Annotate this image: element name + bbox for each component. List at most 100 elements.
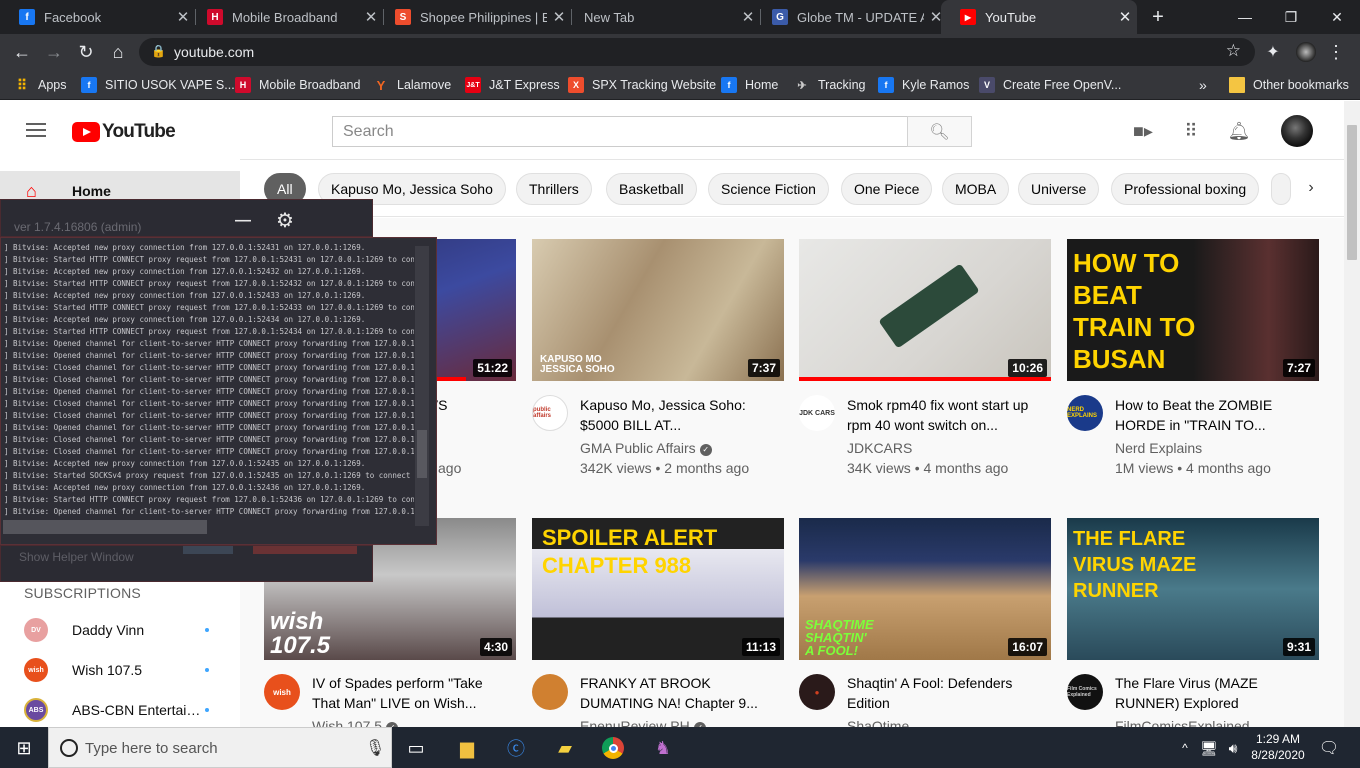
- chip-next-arrow-icon[interactable]: ›: [1300, 172, 1322, 204]
- chip-universe[interactable]: Universe: [1018, 173, 1100, 205]
- channel-avatar[interactable]: ●: [799, 674, 835, 710]
- tab-shopee[interactable]: S Shopee Philippines | Bu ✕: [376, 0, 571, 34]
- bitvise-taskbar-icon[interactable]: ♞: [650, 735, 676, 761]
- video-thumbnail[interactable]: THE FLARE VIRUS MAZE RUNNER 9:31: [1067, 518, 1319, 660]
- close-tab-icon[interactable]: ✕: [1113, 8, 1137, 26]
- page-scrollbar-thumb[interactable]: [1347, 125, 1357, 260]
- chip-professional-boxing[interactable]: Professional boxing: [1111, 173, 1260, 205]
- bookmarks-overflow-icon[interactable]: »: [1199, 76, 1207, 94]
- channel-name[interactable]: JDKCARS: [847, 440, 912, 456]
- subscription-daddy-vinn[interactable]: DV Daddy Vinn: [0, 610, 240, 650]
- profile-avatar[interactable]: [1292, 38, 1320, 66]
- video-thumbnail[interactable]: SPOILER ALERT CHAPTER 988 11:13: [532, 518, 784, 660]
- volume-icon[interactable]: 🔊︎: [1220, 735, 1246, 761]
- notifications-bell-icon[interactable]: 🔔︎: [1227, 120, 1251, 142]
- bookmark-spx-tracking[interactable]: X SPX Tracking Website: [568, 76, 716, 94]
- video-title[interactable]: IV of Spades perform "Take That Man" LIV…: [312, 673, 512, 713]
- tab-facebook[interactable]: f Facebook ✕: [0, 0, 195, 34]
- video-title[interactable]: How to Beat the ZOMBIE HORDE in "TRAIN T…: [1115, 395, 1315, 435]
- forward-icon[interactable]: →: [40, 38, 68, 66]
- minimize-icon[interactable]: —: [235, 212, 253, 230]
- bitvise-log-panel[interactable]: ] Bitvise: Accepted new proxy connection…: [0, 237, 437, 545]
- channel-avatar[interactable]: [532, 674, 568, 710]
- tab-globe[interactable]: G Globe TM - UPDATE AC ✕: [753, 0, 948, 34]
- search-input[interactable]: Search: [332, 116, 908, 147]
- youtube-logo[interactable]: YouTube: [72, 121, 176, 143]
- channel-avatar[interactable]: public affairs: [532, 395, 568, 431]
- bookmark-sitio-usok[interactable]: f SITIO USOK VAPE S...: [81, 76, 235, 94]
- bookmark-jt-express[interactable]: J&T J&T Express: [465, 76, 560, 94]
- home-icon[interactable]: ⌂: [104, 38, 132, 66]
- url-text[interactable]: youtube.com: [174, 44, 254, 60]
- video-thumbnail[interactable]: SHAQTIME SHAQTIN' A FOOL! 16:07: [799, 518, 1051, 660]
- channel-name[interactable]: Nerd Explains: [1115, 440, 1202, 456]
- bitvise-button[interactable]: [253, 546, 357, 554]
- close-window-icon[interactable]: ✕: [1314, 0, 1360, 34]
- video-title[interactable]: FRANKY AT BROOK DUMATING NA! Chapter 9..…: [580, 673, 780, 713]
- bookmark-home[interactable]: f Home: [721, 76, 778, 94]
- network-icon[interactable]: 🖥︎: [1196, 735, 1222, 761]
- channel-name[interactable]: FilmComicsExplained: [1115, 718, 1250, 727]
- chip-one-piece[interactable]: One Piece: [841, 173, 933, 205]
- file-explorer-icon[interactable]: ▆: [454, 735, 480, 761]
- hamburger-menu-icon[interactable]: [26, 123, 46, 137]
- search-button[interactable]: 🔍︎: [907, 116, 972, 147]
- chrome-taskbar-icon[interactable]: [600, 735, 626, 761]
- taskbar-search[interactable]: Type here to search 🎙︎: [48, 727, 392, 768]
- subscription-abs-cbn[interactable]: ABS ABS-CBN Entertain...: [0, 690, 240, 730]
- channel-avatar[interactable]: JDK CARS: [799, 395, 835, 431]
- chip-science-fiction[interactable]: Science Fiction: [708, 173, 829, 205]
- gear-icon[interactable]: ⚙: [276, 208, 294, 233]
- tab-new-tab[interactable]: New Tab ✕: [565, 0, 760, 34]
- chrome-menu-icon[interactable]: ⋮: [1322, 38, 1350, 66]
- apps-grid-icon[interactable]: ⠿: [1179, 120, 1203, 142]
- bookmark-mobile-broadband[interactable]: H Mobile Broadband: [235, 76, 360, 94]
- video-title[interactable]: Shaqtin' A Fool: Defenders Edition: [847, 673, 1047, 713]
- video-title[interactable]: Kapuso Mo, Jessica Soho: $5000 BILL AT..…: [580, 395, 780, 435]
- chip-basketball[interactable]: Basketball: [606, 173, 697, 205]
- channel-name[interactable]: GMA Public Affairs ✓: [580, 440, 712, 456]
- new-tab-button[interactable]: +: [1138, 0, 1178, 34]
- restore-window-icon[interactable]: ❐: [1268, 0, 1314, 34]
- bitvise-button[interactable]: [183, 546, 233, 554]
- task-view-icon[interactable]: ▭: [403, 735, 429, 761]
- tab-youtube[interactable]: ▶ YouTube ✕: [941, 0, 1137, 34]
- video-thumbnail[interactable]: 10:26: [799, 239, 1051, 381]
- sticky-notes-icon[interactable]: ▰: [552, 735, 578, 761]
- microphone-icon[interactable]: 🎙︎: [365, 738, 385, 758]
- extensions-icon[interactable]: ✦: [1259, 38, 1287, 66]
- log-scrollbar[interactable]: [415, 246, 429, 526]
- channel-avatar[interactable]: NERD EXPLAINS: [1067, 395, 1103, 431]
- bookmark-openvpn[interactable]: V Create Free OpenV...: [979, 76, 1121, 94]
- chip-moba[interactable]: MOBA: [942, 173, 1010, 205]
- channel-name[interactable]: Wish 107.5✓: [312, 718, 399, 727]
- minimize-window-icon[interactable]: —: [1222, 0, 1268, 34]
- bookmark-star-icon[interactable]: ☆: [1226, 41, 1241, 61]
- bookmark-apps[interactable]: ⠿ Apps: [14, 76, 67, 94]
- system-clock[interactable]: 1:29 AM 8/28/2020: [1248, 731, 1308, 763]
- tab-mobile-broadband[interactable]: H Mobile Broadband ✕: [188, 0, 383, 34]
- subscription-wish-1075[interactable]: wish Wish 107.5: [0, 650, 240, 690]
- log-horizontal-scrollbar[interactable]: [3, 520, 207, 534]
- video-thumbnail[interactable]: KAPUSO MO JESSICA SOHO 7:37: [532, 239, 784, 381]
- channel-name[interactable]: ShaQtime: [847, 718, 909, 727]
- address-bar[interactable]: 🔒 youtube.com ☆: [139, 38, 1255, 66]
- show-helper-window-checkbox[interactable]: Show Helper Window: [19, 550, 134, 564]
- windows-start-icon[interactable]: ⊞: [11, 735, 37, 761]
- bookmark-lalamove[interactable]: Y Lalamove: [373, 76, 451, 94]
- chip-partial[interactable]: [1271, 173, 1291, 205]
- cortana-app-icon[interactable]: ⓒ: [503, 735, 529, 761]
- video-thumbnail[interactable]: HOW TO BEAT TRAIN TO BUSAN 7:27: [1067, 239, 1319, 381]
- bookmark-kyle-ramos[interactable]: f Kyle Ramos: [878, 76, 969, 94]
- reload-icon[interactable]: ↻: [72, 38, 100, 66]
- video-title[interactable]: Smok rpm40 fix wont start up rpm 40 wont…: [847, 395, 1047, 435]
- video-title[interactable]: The Flare Virus (MAZE RUNNER) Explored: [1115, 673, 1315, 713]
- show-hidden-icons-icon[interactable]: ^: [1172, 735, 1198, 761]
- create-video-icon[interactable]: ■▸: [1131, 120, 1155, 142]
- chip-thrillers[interactable]: Thrillers: [516, 173, 592, 205]
- channel-name[interactable]: EnenuReview PH✓: [580, 718, 706, 727]
- bookmark-tracking[interactable]: ✈ Tracking: [794, 76, 865, 94]
- log-scrollbar-thumb[interactable]: [417, 430, 427, 478]
- channel-avatar[interactable]: wish: [264, 674, 300, 710]
- back-icon[interactable]: ←: [8, 38, 36, 66]
